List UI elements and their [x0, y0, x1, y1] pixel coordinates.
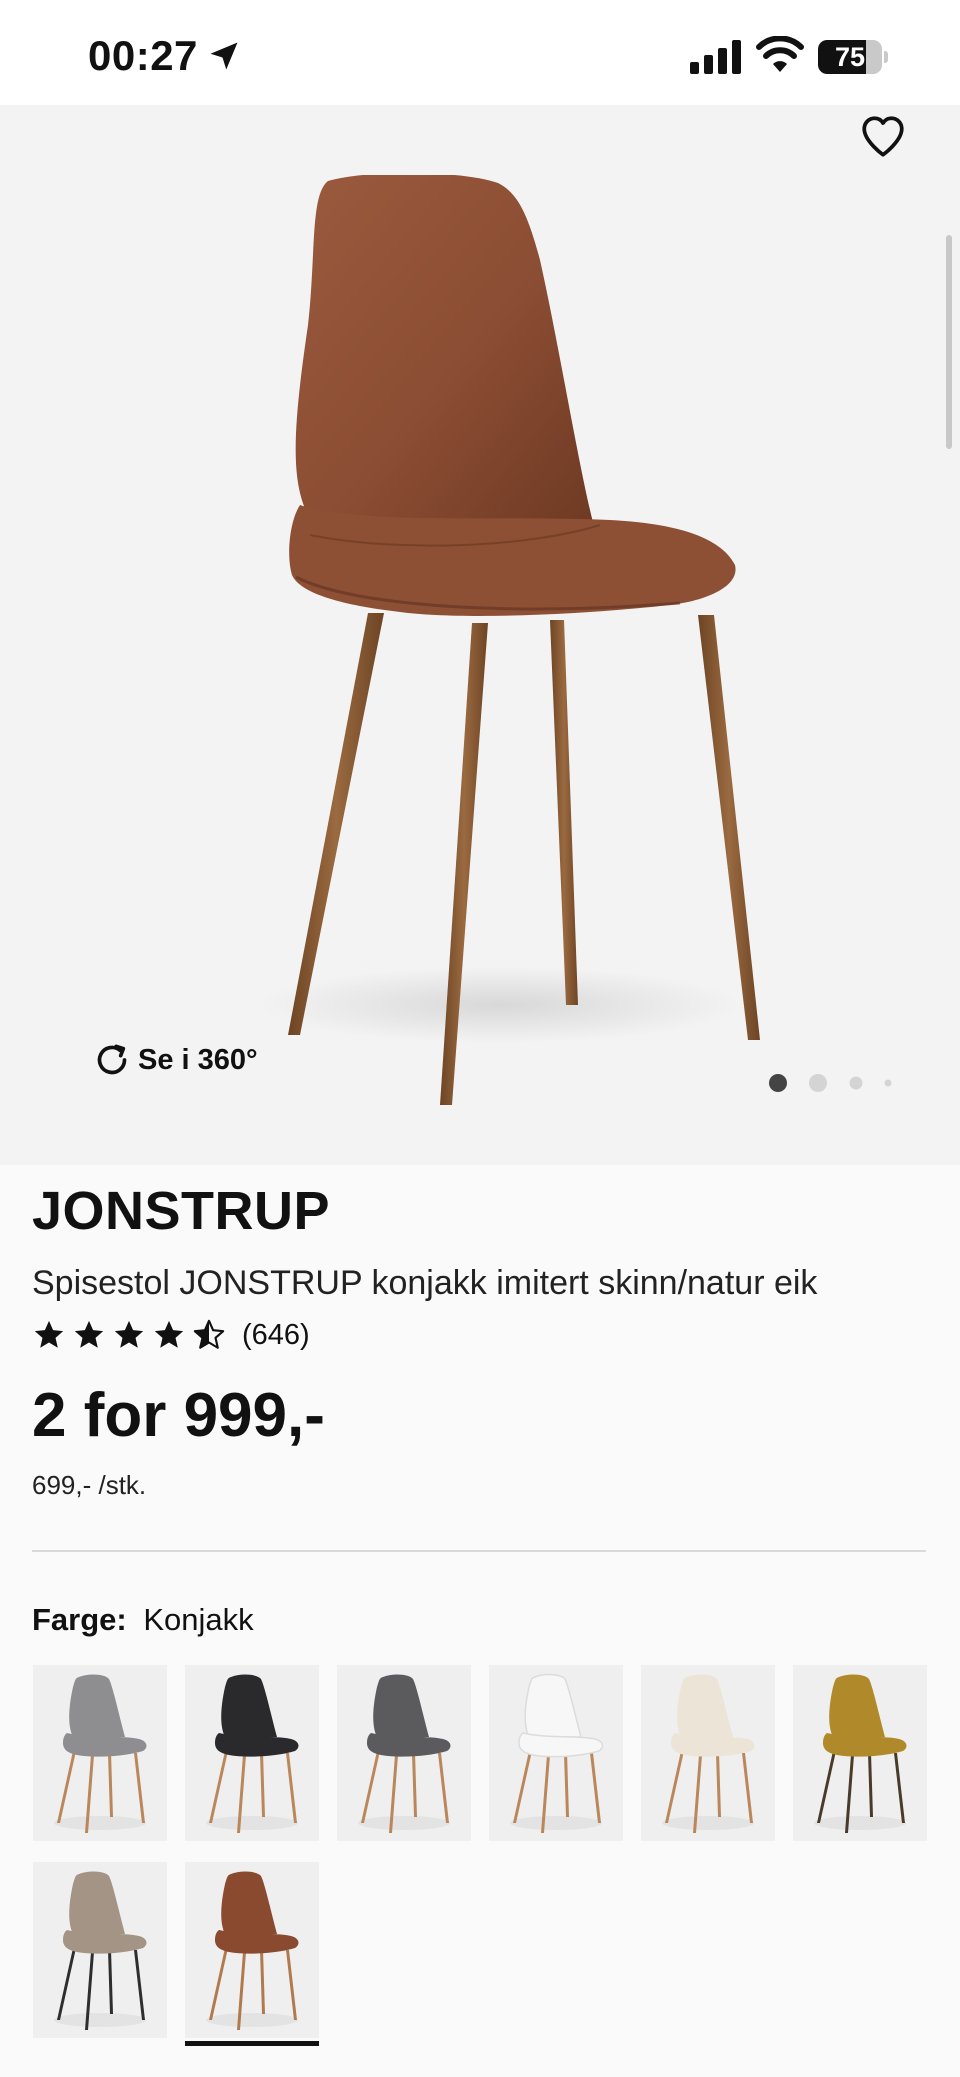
star-full-icon: [154, 1320, 184, 1348]
review-count[interactable]: (646): [242, 1319, 310, 1352]
selected-color-name: Konjakk: [143, 1602, 254, 1637]
product-image-chair: [260, 175, 760, 1105]
star-full-icon: [74, 1320, 104, 1348]
chair-thumbnail: [358, 1674, 451, 1833]
product-title: JONSTRUP: [32, 1181, 331, 1241]
chair-thumbnail: [206, 1871, 299, 2030]
section-divider: [32, 1550, 926, 1552]
carousel-dot-3[interactable]: [849, 1076, 863, 1090]
gallery-scroll-indicator[interactable]: [946, 235, 952, 449]
color-swatch-white[interactable]: [489, 1665, 623, 1841]
product-image-gallery[interactable]: Se i 360°: [0, 105, 960, 1165]
cellular-signal-icon: [690, 40, 741, 74]
color-swatch-grey[interactable]: [33, 1665, 167, 1841]
carousel-dot-4[interactable]: [884, 1079, 892, 1087]
location-arrow-icon: [210, 42, 238, 70]
battery-tip: [884, 51, 888, 63]
wifi-icon: [756, 36, 804, 72]
battery-indicator: 75: [818, 40, 888, 74]
color-swatch-dark-grey[interactable]: [337, 1665, 471, 1841]
star-full-icon: [114, 1320, 144, 1348]
color-swatch-taupe[interactable]: [33, 1862, 167, 2038]
rating-stars: [32, 1318, 226, 1352]
chair-thumbnail: [206, 1674, 299, 1833]
price-offer: 2 for 999,-: [32, 1381, 325, 1450]
chair-thumbnail: [54, 1871, 147, 2030]
product-rating[interactable]: (646): [32, 1318, 310, 1352]
chair-thumbnail: [510, 1673, 604, 1833]
rotate-icon: [97, 1044, 127, 1075]
status-time: 00:27: [88, 32, 198, 79]
color-label: Farge:: [32, 1602, 127, 1637]
star-full-icon: [34, 1320, 64, 1348]
product-subtitle: Spisestol JONSTRUP konjakk imitert skinn…: [32, 1264, 818, 1302]
chair-thumbnail: [814, 1674, 907, 1833]
color-swatch-sheepskin[interactable]: [641, 1665, 775, 1841]
color-selection-label: Farge: Konjakk: [32, 1602, 254, 1638]
carousel-dot-1[interactable]: [769, 1074, 787, 1092]
battery-body: 75: [818, 40, 882, 74]
view-360-label: Se i 360°: [138, 1043, 258, 1076]
chair-thumbnail: [662, 1674, 755, 1833]
price-per-unit: 699,- /stk.: [32, 1470, 147, 1500]
status-bar: 00:27 75: [0, 0, 960, 105]
chair-thumbnail: [54, 1674, 147, 1833]
star-half-icon: [193, 1319, 225, 1349]
battery-percent: 75: [834, 42, 866, 72]
selected-swatch-indicator: [185, 2041, 319, 2046]
color-swatch-cognac[interactable]: [185, 1862, 319, 2046]
view-360-button[interactable]: Se i 360°: [92, 1035, 258, 1085]
carousel-dot-2[interactable]: [809, 1074, 827, 1092]
carousel-dots[interactable]: [760, 1070, 900, 1096]
color-swatch-mustard[interactable]: [793, 1665, 927, 1841]
color-swatch-black[interactable]: [185, 1665, 319, 1841]
heart-icon[interactable]: [858, 111, 908, 161]
